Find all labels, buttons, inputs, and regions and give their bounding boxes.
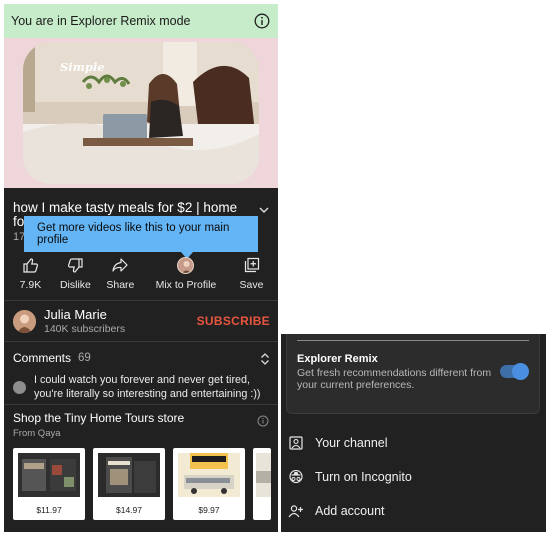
product-image <box>18 453 80 497</box>
expand-toggle-icon[interactable] <box>260 352 270 370</box>
left-screen: You are in Explorer Remix mode Simple ho… <box>4 4 278 532</box>
channel-name: Julia Marie <box>44 307 107 322</box>
add-account-icon <box>288 503 304 519</box>
person-icon <box>288 435 304 451</box>
menu-item-label: Turn on Incognito <box>315 470 412 484</box>
product-card[interactable] <box>253 448 271 520</box>
top-comment: I could watch you forever and never get … <box>13 373 269 401</box>
product-image <box>178 453 240 497</box>
menu-item-your-channel[interactable]: Your channel <box>281 426 546 460</box>
remix-description: Get fresh recommendations different from… <box>297 367 492 391</box>
incognito-icon <box>288 469 304 485</box>
like-icon <box>22 255 39 275</box>
right-screen: Explorer Remix Get fresh recommendations… <box>281 334 546 532</box>
product-price: $11.97 <box>36 505 62 515</box>
save-icon <box>244 255 260 275</box>
explorer-remix-toggle[interactable] <box>500 363 529 380</box>
comments-label: Comments <box>13 351 72 365</box>
explorer-mode-banner: You are in Explorer Remix mode <box>4 4 278 38</box>
save-label: Save <box>239 279 264 291</box>
product-shelf: $11.97 $14.97 $9.97 <box>13 448 271 520</box>
save-button[interactable]: Save <box>229 255 274 300</box>
comment-text: I could watch you forever and never get … <box>34 374 261 400</box>
like-count: 7.9K <box>19 279 42 291</box>
menu-item-incognito[interactable]: Turn on Incognito <box>281 460 546 494</box>
thumbnail-caption: Simple <box>60 60 105 74</box>
shop-subtitle: From Qaya <box>13 428 61 439</box>
product-image <box>98 453 160 497</box>
mix-to-profile-button[interactable]: Mix to Profile <box>143 255 229 300</box>
channel-avatar[interactable] <box>13 309 36 333</box>
product-card[interactable]: $14.97 <box>93 448 165 520</box>
like-button[interactable]: 7.9K <box>8 255 53 300</box>
shop-title: Shop the Tiny Home Tours store <box>13 411 185 425</box>
menu-item-label: Add account <box>315 504 385 518</box>
video-thumbnail[interactable]: Simple <box>23 42 259 184</box>
explorer-remix-card: Explorer Remix Get fresh recommendations… <box>286 334 540 414</box>
product-card[interactable]: $9.97 <box>173 448 245 520</box>
shop-info-icon[interactable] <box>257 414 269 432</box>
menu-item-add-account[interactable]: Add account <box>281 494 546 528</box>
dislike-button[interactable]: Dislike <box>53 255 98 300</box>
avatar-icon <box>177 256 195 274</box>
subscriber-count: 140K subscribers <box>44 323 126 335</box>
product-price: $14.97 <box>116 505 142 515</box>
comments-count: 69 <box>78 352 91 364</box>
share-icon <box>111 255 129 275</box>
video-actions: 7.9K Dislike Share Mix to Profile Save <box>4 248 278 300</box>
product-card[interactable]: $11.97 <box>13 448 85 520</box>
channel-row[interactable]: Julia Marie 140K subscribers SUBSCRIBE <box>4 301 278 341</box>
video-player[interactable]: Simple <box>4 38 278 188</box>
dislike-label: Dislike <box>59 279 91 291</box>
subscribe-button[interactable]: SUBSCRIBE <box>197 314 270 328</box>
toggle-knob <box>512 363 529 380</box>
divider <box>297 340 529 341</box>
shop-section: Shop the Tiny Home Tours store From Qaya… <box>4 405 278 520</box>
expand-chevron-icon[interactable] <box>259 201 269 219</box>
dislike-icon <box>67 255 84 275</box>
share-label: Share <box>106 279 135 291</box>
commenter-avatar <box>13 381 26 394</box>
menu-item-label: Your channel <box>315 436 388 450</box>
account-menu: Your channel Turn on Incognito Add accou… <box>281 426 546 528</box>
mix-to-profile-tooltip[interactable]: Get more videos like this to your main p… <box>24 216 258 252</box>
remix-title: Explorer Remix <box>297 353 378 365</box>
product-price: $9.97 <box>198 505 220 515</box>
share-button[interactable]: Share <box>98 255 143 300</box>
product-image <box>256 453 271 497</box>
comments-section[interactable]: Comments 69 I could watch you forever an… <box>4 342 278 404</box>
mix-to-profile-label: Mix to Profile <box>155 279 217 291</box>
info-icon[interactable] <box>254 13 270 29</box>
mode-banner-text: You are in Explorer Remix mode <box>11 14 191 28</box>
